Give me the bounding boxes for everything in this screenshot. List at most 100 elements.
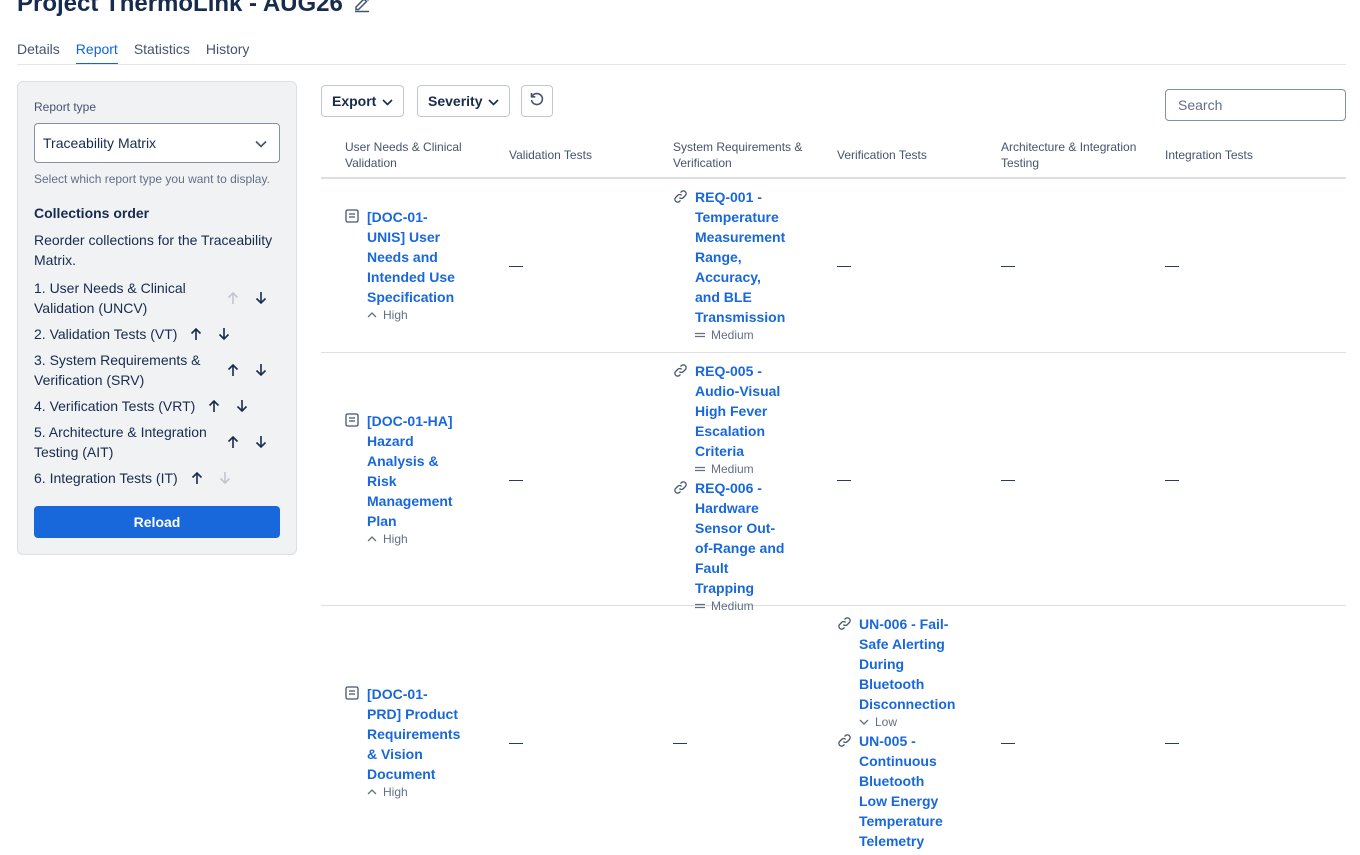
report-type-value: Traceability Matrix — [43, 135, 157, 151]
severity-indicator: Medium — [695, 328, 789, 342]
severity-indicator: Medium — [695, 462, 789, 476]
severity-filter-button[interactable]: Severity — [417, 85, 511, 117]
column-header: User Needs & Clinical Validation — [345, 140, 462, 170]
severity-indicator: High — [367, 785, 461, 799]
severity-label: High — [383, 308, 408, 322]
document-icon — [345, 413, 361, 429]
refresh-button[interactable] — [521, 85, 553, 117]
move-down-icon[interactable] — [231, 396, 253, 416]
system-requirement-cell: REQ-001 - Temperature Measurement Range,… — [673, 187, 789, 344]
move-down-icon — [214, 468, 236, 488]
collection-item: 3. System Requirements & Verification (S… — [34, 350, 272, 390]
document-link[interactable]: [DOC-01-HA] Hazard Analysis & Risk Manag… — [367, 411, 461, 531]
severity-label: Severity — [428, 93, 483, 109]
move-down-icon[interactable] — [250, 360, 272, 380]
severity-label: Medium — [711, 328, 754, 342]
table-header: User Needs & Clinical Validation Validat… — [321, 133, 1346, 179]
user-need-cell: [DOC-01-UNIS] User Needs and Intended Us… — [345, 207, 461, 322]
page-title: Project ThermoLink - AUG26 — [17, 0, 343, 17]
empty-cell: — — [509, 734, 523, 750]
column-header: Architecture & Integration Testing — [1001, 140, 1137, 170]
report-type-label: Report type — [34, 100, 97, 114]
report-settings-panel: Report type Traceability Matrix Select w… — [17, 81, 297, 555]
collection-label: 1. User Needs & Clinical Validation (UNC… — [34, 280, 186, 316]
severity-label: Low — [875, 715, 898, 729]
report-type-help: Select which report type you want to dis… — [34, 172, 270, 186]
empty-cell: — — [1001, 471, 1015, 487]
link-icon — [837, 616, 853, 632]
move-up-icon[interactable] — [185, 324, 207, 344]
tab-statistics[interactable]: Statistics — [134, 41, 190, 65]
tab-bar: Details Report Statistics History — [17, 41, 249, 65]
report-type-select[interactable]: Traceability Matrix — [34, 123, 280, 163]
collection-item: 6. Integration Tests (IT) — [34, 468, 236, 488]
collection-label: 3. System Requirements & Verification (S… — [34, 352, 201, 388]
move-up-icon — [222, 288, 244, 308]
empty-cell: — — [837, 257, 851, 273]
table-row: [DOC-01-HA] Hazard Analysis & Risk Manag… — [321, 353, 1346, 613]
column-header: System Requirements & Verification — [673, 140, 803, 170]
requirement-link[interactable]: REQ-005 - Audio-Visual High Fever Escala… — [695, 361, 789, 461]
table-row: [DOC-01-PRD] Product Requirements & Visi… — [321, 606, 1346, 855]
page-header: Project ThermoLink - AUG26 — [17, 0, 371, 20]
severity-label: Medium — [711, 462, 754, 476]
move-up-icon[interactable] — [186, 468, 208, 488]
severity-high-icon — [367, 310, 379, 320]
severity-medium-icon — [695, 330, 707, 340]
collection-label: 4. Verification Tests (VRT) — [34, 398, 196, 414]
document-link[interactable]: [DOC-01-UNIS] User Needs and Intended Us… — [367, 207, 461, 307]
column-header: Verification Tests — [837, 148, 927, 162]
move-down-icon[interactable] — [250, 432, 272, 452]
export-button[interactable]: Export — [321, 85, 405, 117]
requirement-link[interactable]: REQ-006 - Hardware Sensor Out-of-Range a… — [695, 478, 789, 598]
column-header: Validation Tests — [509, 148, 592, 162]
document-link[interactable]: [DOC-01-PRD] Product Requirements & Visi… — [367, 684, 461, 784]
link-icon — [673, 189, 689, 205]
test-link[interactable]: UN-005 - Continuous Bluetooth Low Energy… — [859, 731, 953, 851]
collection-item: 2. Validation Tests (VT) — [34, 324, 235, 344]
severity-label: High — [383, 532, 408, 546]
column-header: Integration Tests — [1165, 148, 1253, 162]
document-icon — [345, 686, 361, 702]
tabs-divider — [17, 64, 1346, 65]
empty-cell: — — [673, 734, 687, 750]
severity-indicator: High — [367, 532, 461, 546]
tab-report[interactable]: Report — [75, 41, 118, 65]
tab-details[interactable]: Details — [17, 41, 60, 65]
user-need-cell: [DOC-01-HA] Hazard Analysis & Risk Manag… — [345, 411, 461, 546]
move-down-icon[interactable] — [213, 324, 235, 344]
empty-cell: — — [837, 471, 851, 487]
search-input[interactable] — [1165, 89, 1346, 121]
collection-item: 4. Verification Tests (VRT) — [34, 396, 253, 416]
requirement-link[interactable]: REQ-001 - Temperature Measurement Range,… — [695, 187, 789, 327]
move-up-icon[interactable] — [222, 360, 244, 380]
severity-high-icon — [367, 534, 379, 544]
move-up-icon[interactable] — [222, 432, 244, 452]
link-icon — [837, 733, 853, 749]
export-label: Export — [332, 93, 377, 109]
refresh-icon — [529, 91, 545, 112]
collection-item: 1. User Needs & Clinical Validation (UNC… — [34, 278, 272, 318]
reload-button[interactable]: Reload — [34, 506, 280, 538]
link-icon — [673, 363, 689, 379]
collections-order-description: Reorder collections for the Traceability… — [34, 232, 273, 268]
empty-cell: — — [1165, 471, 1179, 487]
test-link[interactable]: UN-006 - Fail-Safe Alerting During Bluet… — [859, 614, 955, 714]
collection-item: 5. Architecture & Integration Testing (A… — [34, 422, 272, 462]
collection-label: 6. Integration Tests (IT) — [34, 470, 178, 486]
empty-cell: — — [1001, 734, 1015, 750]
empty-cell: — — [509, 471, 523, 487]
collection-label: 5. Architecture & Integration Testing (A… — [34, 424, 207, 460]
document-icon — [345, 209, 361, 225]
severity-high-icon — [367, 787, 379, 797]
chevron-down-icon — [255, 135, 267, 151]
move-up-icon[interactable] — [203, 396, 225, 416]
severity-indicator: High — [367, 308, 461, 322]
edit-icon[interactable] — [353, 0, 371, 13]
empty-cell: — — [1165, 257, 1179, 273]
chevron-down-icon — [488, 93, 500, 109]
empty-cell: — — [509, 257, 523, 273]
move-down-icon[interactable] — [250, 288, 272, 308]
tab-history[interactable]: History — [206, 41, 250, 65]
verification-test-cell: UN-006 - Fail-Safe Alerting During Bluet… — [837, 614, 955, 853]
